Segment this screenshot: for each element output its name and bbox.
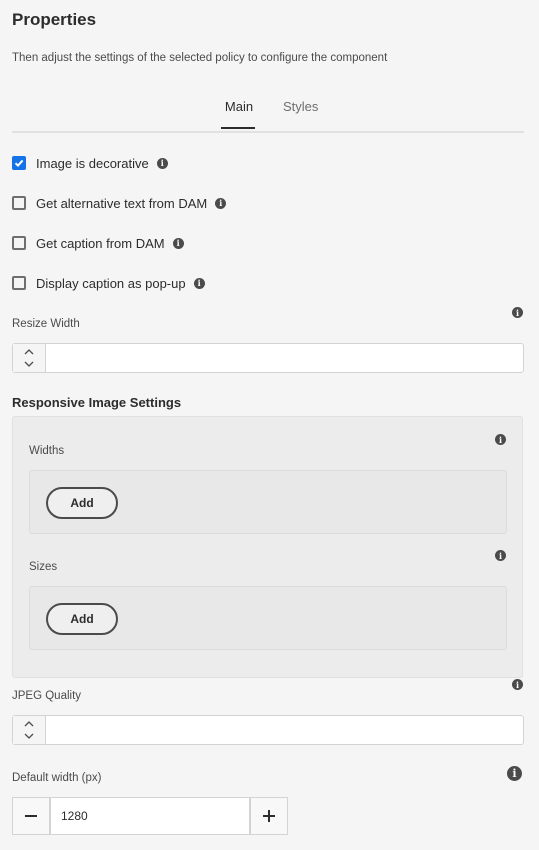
option-label: Image is decorative <box>36 155 149 171</box>
default-width-input[interactable]: 1280 <box>50 797 250 835</box>
checkbox[interactable] <box>12 196 26 210</box>
jpeg-quality-input[interactable] <box>46 716 523 744</box>
checkmark-icon <box>14 159 24 168</box>
chevron-down-icon[interactable] <box>24 730 34 742</box>
add-width-button[interactable]: Add <box>46 487 118 519</box>
info-icon[interactable]: i <box>156 157 168 169</box>
plus-icon <box>263 810 275 822</box>
sizes-multifield: Add <box>29 586 507 650</box>
tab-main[interactable]: Main <box>222 96 256 129</box>
info-icon[interactable]: i <box>193 277 205 289</box>
increment-button[interactable] <box>250 797 288 835</box>
resize-width-input[interactable] <box>46 344 523 372</box>
page-subtitle: Then adjust the settings of the selected… <box>12 52 388 64</box>
widths-label: Widths <box>29 445 65 457</box>
option-label: Get caption from DAM <box>36 235 165 251</box>
chevron-down-icon[interactable] <box>24 358 34 370</box>
info-icon[interactable]: i <box>507 766 522 781</box>
checkbox[interactable] <box>12 156 26 170</box>
info-icon[interactable]: i <box>215 197 227 209</box>
active-tab-indicator <box>221 127 255 129</box>
number-stepper[interactable] <box>13 344 46 372</box>
jpeg-quality-label: JPEG Quality <box>12 690 82 702</box>
responsive-settings-title: Responsive Image Settings <box>12 395 182 410</box>
option-caption-popup[interactable]: Display caption as pop-up i <box>12 274 205 292</box>
info-icon[interactable]: i <box>172 237 184 249</box>
chevron-up-icon[interactable] <box>24 718 34 730</box>
option-image-decorative[interactable]: Image is decorative i <box>12 154 168 172</box>
default-width-stepper: 1280 <box>12 797 288 835</box>
sizes-label: Sizes <box>29 561 58 573</box>
info-icon[interactable]: i <box>495 434 506 445</box>
checkbox[interactable] <box>12 236 26 250</box>
decrement-button[interactable] <box>12 797 50 835</box>
info-icon[interactable]: i <box>512 307 523 318</box>
number-stepper[interactable] <box>13 716 46 744</box>
resize-width-field[interactable] <box>12 343 524 373</box>
default-width-label: Default width (px) <box>12 772 102 784</box>
option-label: Get alternative text from DAM <box>36 195 208 211</box>
option-alt-text-from-dam[interactable]: Get alternative text from DAM i <box>12 194 227 212</box>
resize-width-label: Resize Width <box>12 318 80 330</box>
chevron-up-icon[interactable] <box>24 346 34 358</box>
minus-icon <box>25 815 37 817</box>
info-icon[interactable]: i <box>495 550 506 561</box>
add-size-button[interactable]: Add <box>46 603 118 635</box>
tab-bar: Main Styles <box>12 96 524 133</box>
jpeg-quality-field[interactable] <box>12 715 524 745</box>
page-title: Properties <box>12 10 97 29</box>
responsive-settings-panel: i Widths Add i Sizes Add <box>12 416 523 678</box>
option-label: Display caption as pop-up <box>36 275 186 291</box>
tab-styles[interactable]: Styles <box>283 96 318 129</box>
option-caption-from-dam[interactable]: Get caption from DAM i <box>12 234 184 252</box>
info-icon[interactable]: i <box>512 679 523 690</box>
checkbox[interactable] <box>12 276 26 290</box>
widths-multifield: Add <box>29 470 507 534</box>
